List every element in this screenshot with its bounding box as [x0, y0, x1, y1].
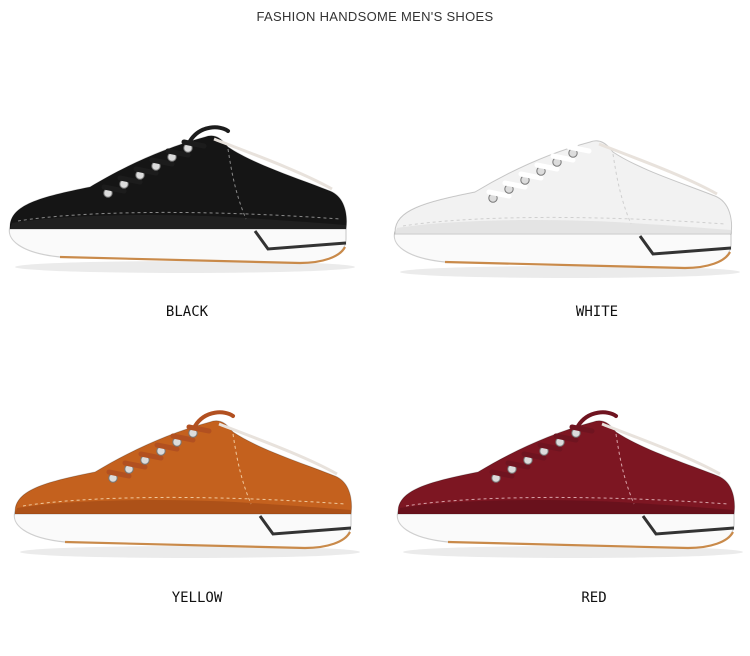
color-label-red: RED: [581, 590, 607, 606]
shoe-image-red: [396, 410, 743, 558]
product-tile-red[interactable]: RED: [375, 328, 750, 656]
shoe-image-white: [393, 130, 740, 278]
color-label-white: WHITE: [575, 304, 619, 320]
color-label-yellow: YELLOW: [171, 590, 223, 606]
color-label-black: BLACK: [165, 304, 209, 320]
product-tile-white[interactable]: WHITE: [375, 0, 750, 328]
shoe-image-black: [8, 125, 355, 273]
product-tile-black[interactable]: BLACK: [0, 0, 375, 328]
shoe-image-yellow: [13, 410, 360, 558]
product-tile-yellow[interactable]: YELLOW: [0, 328, 375, 656]
